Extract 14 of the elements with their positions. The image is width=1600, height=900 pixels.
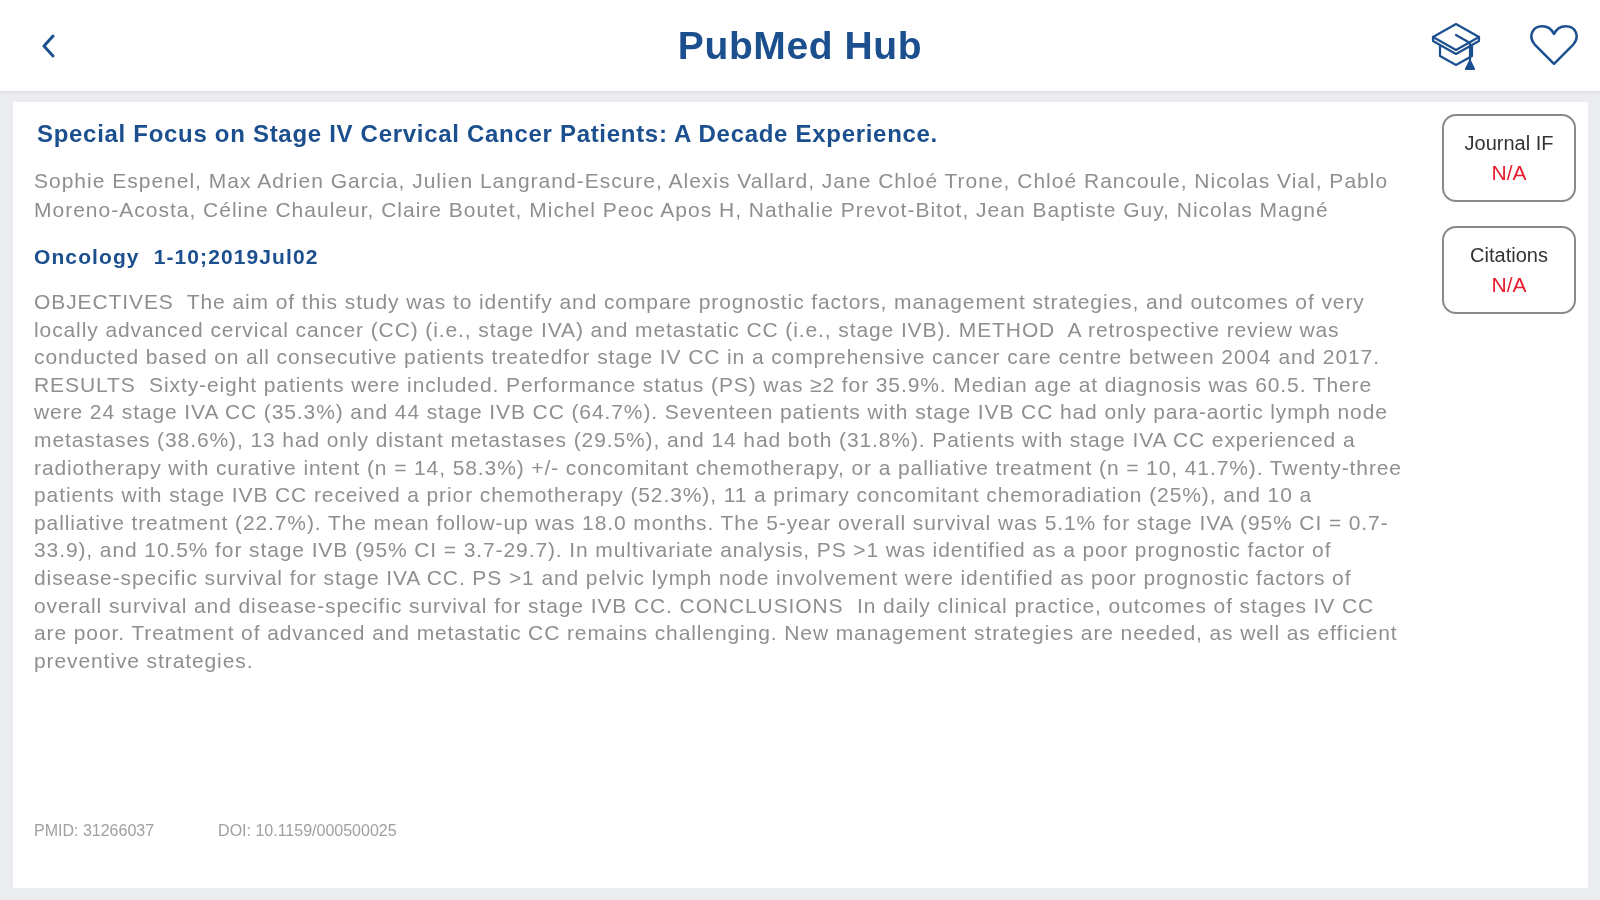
metric-label: Journal IF [1464, 131, 1554, 155]
metric-value: N/A [1491, 272, 1527, 297]
pmid-text: PMID: 31266037 [34, 822, 155, 840]
article-title: Special Focus on Stage IV Cervical Cancer Patients: A Decade Experience. [37, 119, 939, 149]
heart-icon [1529, 24, 1579, 67]
metric-value: N/A [1491, 160, 1527, 185]
author-list: Sophie Espenel, Max Adrien Garcia, Julien Langrand-Escure, Alexis Vallard, Jane Chloé Trone, Chloé Rancoule, Nicolas Vial, Pablo Moreno-Acosta, Céline Chauleur, Claire Boutet, Michel Peoc Apos H, Nathalie Prevot-Bitot, Jean Baptiste Guy, Nicolas Magné [34, 166, 1408, 224]
metric-label: Citations [1470, 243, 1548, 267]
abstract-text: OBJECTIVES The aim of this study was to identify and compare prognostic factors, management strategies, and outcomes of very locally advanced cervical cancer (CC) (i.e., stage IVA) and metastatic CC (i.e., stage IVB). METHOD A retrospective review was conducted based on all consecutive patients treatedfor stage IV CC in a comprehensive cancer care centre between 2004 and 2017. RESULTS Sixty-eight patients were included. Performance status (PS) was ≥2 for 35.9%. Median age at diagnosis was 60.5. There were 24 stage IVA CC (35.3%) and 44 stage IVB CC (64.7%). Seventeen patients with stage IVB CC had only para-aortic lymph node metastases (38.6%), 13 had only distant metastases (29.5%), and 14 had both (31.8%). Patients with stage IVA CC experienced a radiotherapy with curative intent (n = 14, 58.3%) +/- concomitant chemotherapy, or a palliative treatment (n = 10, 41.7%). Twenty-three patients with stage IVB CC received a prior chemotherapy (52.3%), 11 a primary concomitant chemoradiation (25%), and 10 a palliative treatment (22.7%). The mean follow-up was 18.0 months. The 5-year overall survival was 5.1% for stage IVA (95% CI = 0.7-33.9), and 10.5% for stage IVB (95% CI = 3.7-29.7). In multivariate analysis, PS >1 was identified as a poor prognostic factor of disease-specific survival for stage IVA CC. PS >1 and pelvic lymph node involvement were identified as poor prognostic factors of overall survival and disease-specific survival for stage IVB CC. CONCLUSIONS In daily clinical practice, outcomes of stages IV CC are poor. Treatment of advanced and metastatic CC remains challenging. New management strategies are needed, as well as efficient preventive strategies. [34, 289, 1403, 674]
journal-citation: 1-10;2019Jul02 [153, 244, 319, 270]
journal-name: Oncology [34, 244, 140, 270]
app-title: PubMed Hub [677, 23, 923, 68]
back-chevron-icon [41, 33, 55, 58]
doi-text: DOI: 10.1159/000500025 [218, 822, 397, 840]
